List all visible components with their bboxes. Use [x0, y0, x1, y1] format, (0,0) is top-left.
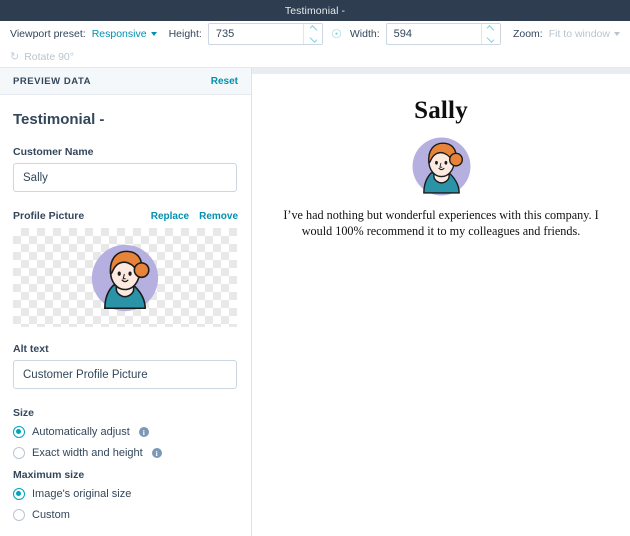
panel-title: PREVIEW DATA: [13, 75, 92, 87]
maximum-size-section-label: Maximum size: [13, 469, 85, 481]
radio-automatically-adjust[interactable]: Automatically adjust i: [13, 426, 238, 438]
app-root: Testimonial - Viewport preset: Responsiv…: [0, 0, 630, 536]
radio-icon[interactable]: [13, 509, 25, 521]
viewport-preset-dropdown[interactable]: Responsive: [92, 28, 157, 40]
chevron-down-icon: [613, 32, 620, 36]
info-icon[interactable]: i: [151, 448, 162, 458]
alt-text-value: Customer Profile Picture: [23, 368, 148, 381]
radio-icon[interactable]: [13, 488, 25, 500]
radio-custom[interactable]: Custom: [13, 509, 238, 521]
radio-exact-width-and-height[interactable]: Exact width and height i: [13, 447, 238, 459]
rotate-icon[interactable]: ↻: [10, 51, 19, 63]
profile-picture-label-row: Profile Picture Replace Remove: [13, 210, 238, 222]
rotate-90-button[interactable]: Rotate 90°: [24, 51, 74, 63]
reset-button[interactable]: Reset: [211, 76, 238, 87]
alt-text-label: Alt text: [13, 343, 49, 355]
preview-canvas: Sally I’ve had nothing but wonderful exp…: [252, 74, 630, 240]
info-icon[interactable]: i: [138, 427, 149, 437]
stepper-up-icon[interactable]: [487, 25, 495, 33]
panel-header: PREVIEW DATA Reset: [0, 68, 251, 95]
preview-data-panel: PREVIEW DATA Reset Testimonial - Custome…: [0, 68, 252, 536]
customer-name-input[interactable]: Sally: [13, 163, 237, 192]
stepper-down-icon[interactable]: [487, 35, 495, 43]
panel-fade-overlay: [0, 522, 251, 536]
replace-image-button[interactable]: Replace: [151, 211, 189, 222]
radio-icon[interactable]: [13, 426, 25, 438]
alt-text-input[interactable]: Customer Profile Picture: [13, 360, 237, 389]
radio-label: Exact width and height: [32, 447, 143, 459]
size-section-label: Size: [13, 407, 35, 419]
height-field[interactable]: [207, 23, 324, 45]
zoom-label: Zoom:: [512, 28, 543, 40]
preview-pane: Sally I’ve had nothing but wonderful exp…: [252, 68, 630, 536]
window-title: Testimonial -: [284, 4, 346, 17]
testimonial-avatar: [410, 135, 473, 198]
radio-label: Custom: [32, 509, 70, 521]
profile-picture-preview[interactable]: [13, 228, 237, 327]
remove-image-button[interactable]: Remove: [199, 211, 238, 222]
customer-name-value: Sally: [23, 171, 48, 184]
stepper-up-icon[interactable]: [309, 25, 318, 33]
customer-name-label: Customer Name: [13, 146, 94, 158]
viewport-preset-label: Viewport preset:: [10, 28, 86, 40]
radio-images-original-size[interactable]: Image's original size: [13, 488, 238, 500]
zoom-dropdown[interactable]: Fit to window: [549, 28, 620, 40]
chevron-down-icon: [150, 32, 157, 36]
viewport-preset-value: Responsive: [91, 28, 147, 40]
radio-label: Image's original size: [32, 488, 132, 500]
radio-label: Automatically adjust: [32, 426, 130, 438]
form-title: Testimonial -: [13, 111, 105, 128]
swap-dimensions-icon[interactable]: ☉: [331, 28, 342, 40]
avatar-illustration-icon: [412, 137, 470, 196]
window-titlebar: Testimonial -: [0, 0, 630, 21]
profile-picture-label: Profile Picture: [13, 210, 85, 222]
height-label: Height:: [168, 28, 202, 40]
panel-content: Testimonial - Customer Name Sally Profil…: [0, 95, 251, 521]
height-stepper[interactable]: [303, 24, 323, 44]
main-body: PREVIEW DATA Reset Testimonial - Custome…: [0, 68, 630, 536]
zoom-value: Fit to window: [548, 28, 610, 40]
viewport-toolbar: Viewport preset: Responsive Height: ☉ Wi…: [0, 21, 630, 68]
testimonial-quote: I’ve had nothing but wonderful experienc…: [283, 208, 599, 239]
radio-icon[interactable]: [13, 447, 25, 459]
testimonial-name: Sally: [414, 97, 468, 124]
width-label: Width:: [349, 28, 380, 40]
stepper-down-icon[interactable]: [309, 35, 318, 43]
avatar-illustration-icon: [91, 244, 159, 311]
width-field[interactable]: [385, 23, 501, 45]
width-stepper[interactable]: [480, 24, 500, 44]
